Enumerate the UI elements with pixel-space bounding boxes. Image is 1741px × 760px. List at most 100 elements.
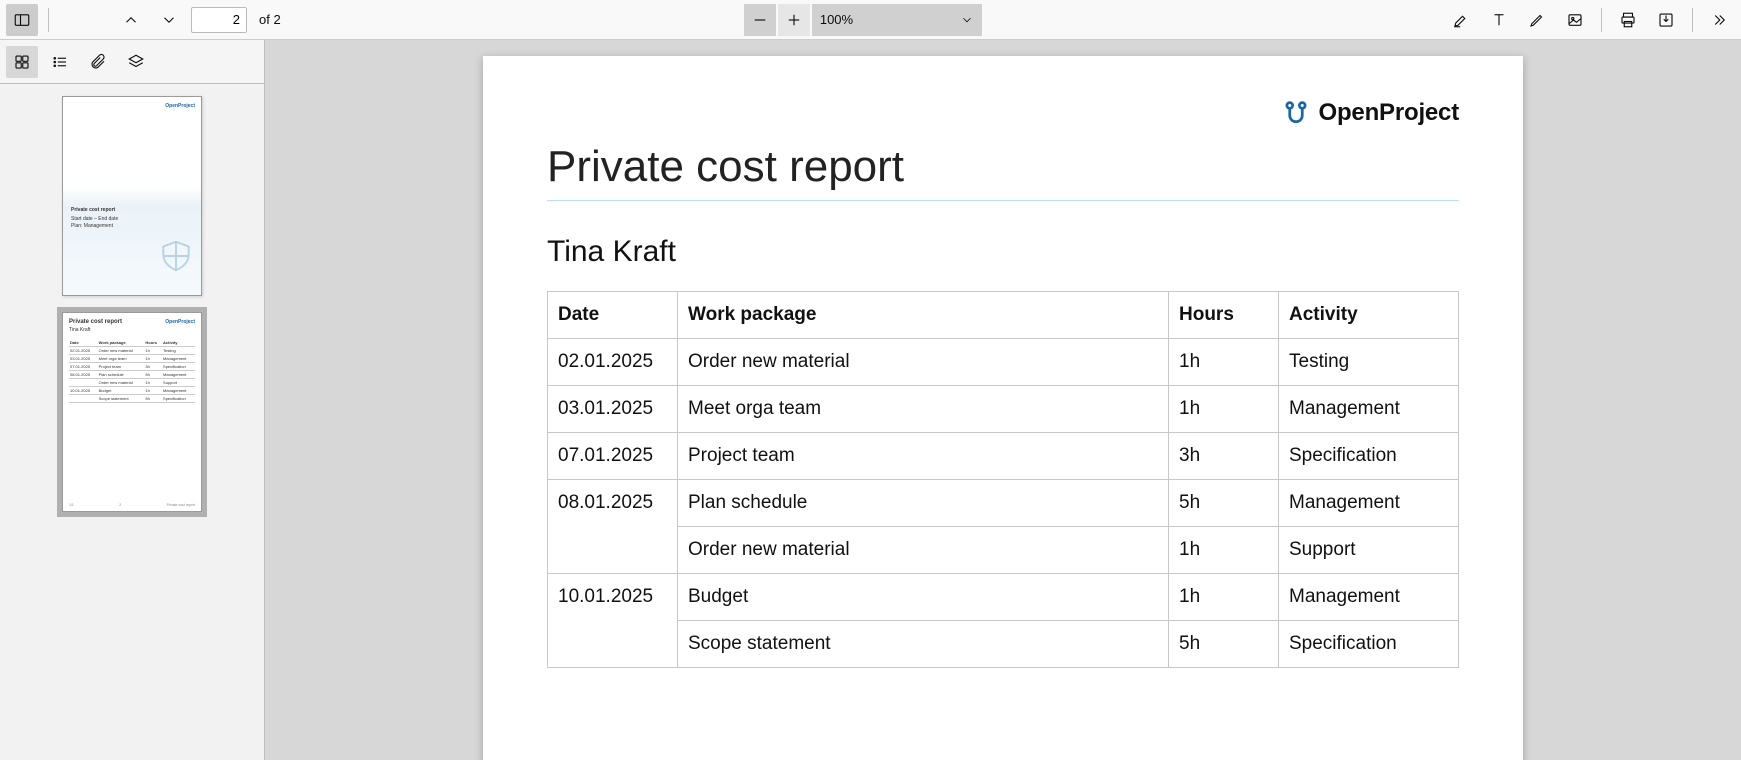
cell-activity: Specification: [1279, 621, 1459, 668]
thumbnail-page-1[interactable]: OpenProject Private cost report Start da…: [62, 96, 202, 296]
zoom-value-label: 100%: [820, 12, 853, 27]
list-icon: [51, 53, 69, 71]
thumb2-mini-table: DateWork packageHoursActivity 02.01.2025…: [69, 339, 195, 403]
cell-hours: 3h: [1169, 433, 1279, 480]
brand-logo: OpenProject: [547, 98, 1459, 128]
table-row: Order new material 1h Support: [548, 527, 1459, 574]
image-tool-button[interactable]: [1559, 4, 1591, 36]
table-row: 08.01.2025 Plan schedule 5h Management: [548, 480, 1459, 527]
draw-tool-button[interactable]: [1521, 4, 1553, 36]
table-header-row: Date Work package Hours Activity: [548, 292, 1459, 339]
prev-page-button[interactable]: [115, 4, 147, 36]
cell-date: [548, 621, 678, 668]
toolbar-separator: [48, 8, 49, 32]
zoom-out-button[interactable]: [744, 4, 776, 36]
highlight-tool-button[interactable]: [1445, 4, 1477, 36]
thumb1-line1: Start date – End date: [71, 216, 118, 222]
cell-date: 02.01.2025: [548, 339, 678, 386]
thumbnails-view-button[interactable]: [6, 46, 38, 78]
cell-activity: Management: [1279, 574, 1459, 621]
col-hours: Hours: [1169, 292, 1279, 339]
workspace: OpenProject Private cost report Start da…: [0, 40, 1741, 760]
thumb1-title: Private cost report: [71, 207, 118, 214]
sidebar-toolbar: [0, 40, 264, 84]
toolbar-separator: [1692, 8, 1693, 32]
print-button[interactable]: [1612, 4, 1644, 36]
cell-hours: 1h: [1169, 574, 1279, 621]
download-button[interactable]: [1650, 4, 1682, 36]
brand-logo-mini: OpenProject: [165, 103, 195, 109]
table-row: 03.01.2025 Meet orga team 1h Management: [548, 386, 1459, 433]
cell-wp: Order new material: [678, 527, 1169, 574]
col-date: Date: [548, 292, 678, 339]
outline-view-button[interactable]: [44, 46, 76, 78]
attachments-view-button[interactable]: [82, 46, 114, 78]
cell-date: 03.01.2025: [548, 386, 678, 433]
cell-wp: Meet orga team: [678, 386, 1169, 433]
cell-date: 08.01.2025: [548, 480, 678, 527]
chevron-down-icon: [960, 13, 974, 27]
thumb1-line2: Plan: Management: [71, 223, 113, 229]
table-row: 10.01.2025 Budget 1h Management: [548, 574, 1459, 621]
cell-wp: Project team: [678, 433, 1169, 480]
cost-report-table: Date Work package Hours Activity 02.01.2…: [547, 291, 1459, 668]
cell-activity: Testing: [1279, 339, 1459, 386]
cell-activity: Specification: [1279, 433, 1459, 480]
next-page-button[interactable]: [153, 4, 185, 36]
pencil-icon: [1528, 11, 1546, 29]
cell-wp: Budget: [678, 574, 1169, 621]
cell-wp: Order new material: [678, 339, 1169, 386]
col-activity: Activity: [1279, 292, 1459, 339]
cell-activity: Support: [1279, 527, 1459, 574]
table-row: Scope statement 5h Specification: [548, 621, 1459, 668]
cell-hours: 1h: [1169, 527, 1279, 574]
brand-name: OpenProject: [1319, 99, 1460, 127]
highlighter-icon: [1452, 11, 1470, 29]
grid-icon: [13, 53, 31, 71]
cell-wp: Scope statement: [678, 621, 1169, 668]
cell-wp: Plan schedule: [678, 480, 1169, 527]
chevron-down-icon: [160, 11, 178, 29]
cell-hours: 1h: [1169, 386, 1279, 433]
image-icon: [1566, 11, 1584, 29]
openproject-logo-icon: [1281, 98, 1311, 128]
sidebar-icon: [13, 11, 31, 29]
brand-logo-mini: OpenProject: [165, 319, 195, 325]
minus-icon: [751, 11, 769, 29]
print-icon: [1619, 11, 1637, 29]
pdf-toolbar: of 2 100%: [0, 0, 1741, 40]
layers-view-button[interactable]: [120, 46, 152, 78]
download-icon: [1657, 11, 1675, 29]
chevron-double-right-icon: [1710, 11, 1728, 29]
thumbnail-strip: OpenProject Private cost report Start da…: [0, 84, 264, 760]
chevron-up-icon: [122, 11, 140, 29]
report-person: Tina Kraft: [547, 235, 1459, 269]
layers-icon: [127, 53, 145, 71]
toolbar-separator: [1601, 8, 1602, 32]
cell-hours: 5h: [1169, 480, 1279, 527]
text-icon: [1490, 11, 1508, 29]
cell-date: 07.01.2025: [548, 433, 678, 480]
toggle-sidebar-button[interactable]: [6, 4, 38, 36]
pdf-page: OpenProject Private cost report Tina Kra…: [483, 56, 1523, 760]
page-viewer[interactable]: OpenProject Private cost report Tina Kra…: [265, 40, 1741, 760]
table-row: 02.01.2025 Order new material 1h Testing: [548, 339, 1459, 386]
table-row: 07.01.2025 Project team 3h Specification: [548, 433, 1459, 480]
sidebar: OpenProject Private cost report Start da…: [0, 40, 265, 760]
zoom-in-button[interactable]: [778, 4, 810, 36]
more-tools-button[interactable]: [1703, 4, 1735, 36]
cell-activity: Management: [1279, 386, 1459, 433]
plus-icon: [785, 11, 803, 29]
thumb2-person: Tina Kraft: [69, 327, 195, 333]
zoom-group: 100%: [744, 4, 982, 36]
page-title: Private cost report: [547, 142, 1459, 201]
page-number-input[interactable]: [191, 7, 247, 33]
paperclip-icon: [89, 53, 107, 71]
thumbnail-page-2[interactable]: OpenProject Private cost report Tina Kra…: [62, 312, 202, 512]
cell-activity: Management: [1279, 480, 1459, 527]
cell-date: 10.01.2025: [548, 574, 678, 621]
zoom-select[interactable]: 100%: [812, 4, 982, 36]
text-tool-button[interactable]: [1483, 4, 1515, 36]
page-count-label: of 2: [259, 12, 281, 27]
cell-hours: 5h: [1169, 621, 1279, 668]
